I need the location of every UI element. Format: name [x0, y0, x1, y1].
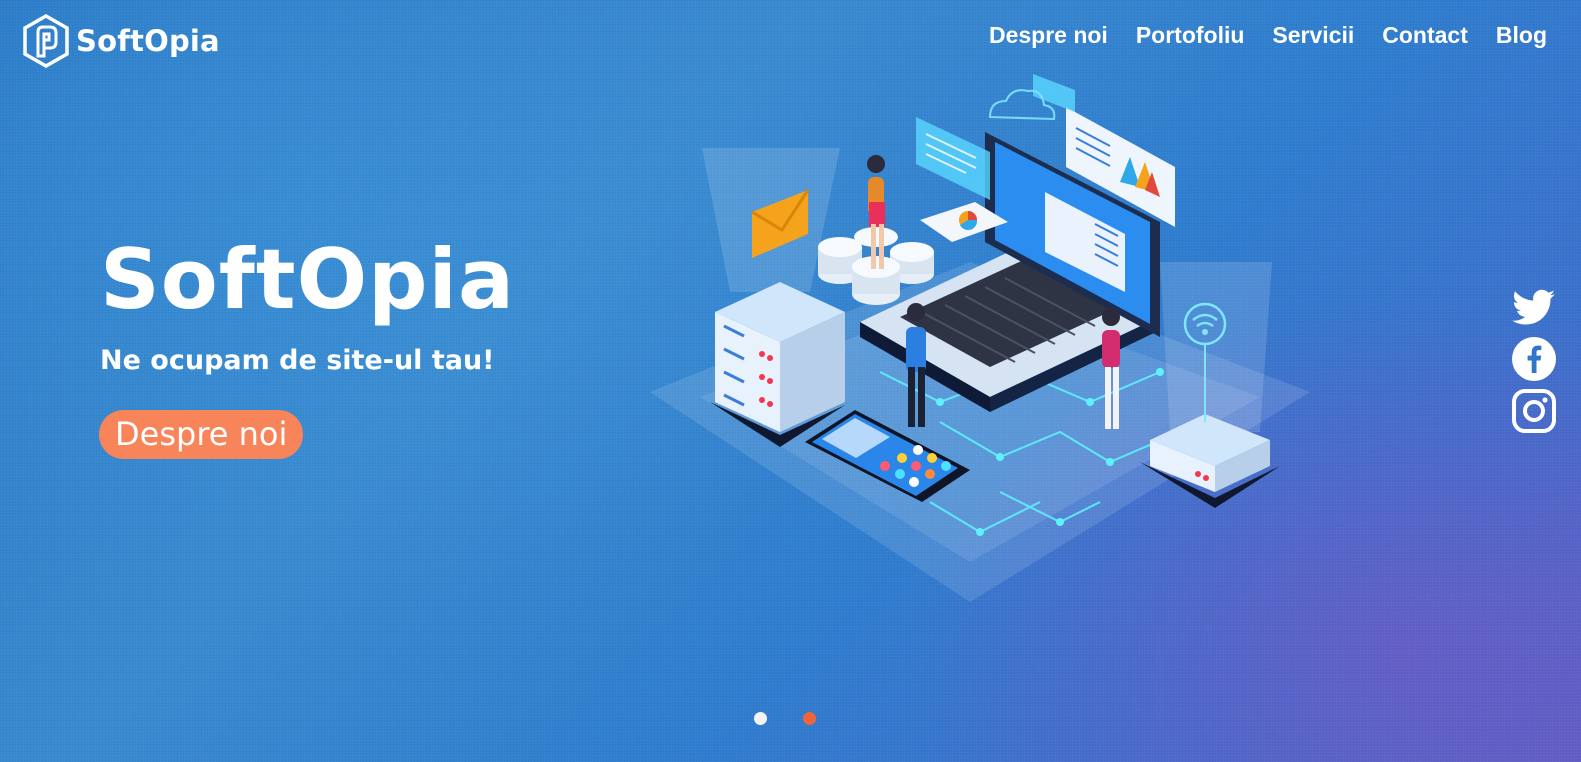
slider-dot-2[interactable] — [803, 712, 816, 725]
hero-subtitle: Ne ocupam de site-ul tau! — [100, 345, 495, 376]
nav-item-blog[interactable]: Blog — [1496, 22, 1547, 49]
facebook-icon[interactable] — [1511, 336, 1557, 382]
nav-item-portofoliu[interactable]: Portofoliu — [1136, 22, 1245, 49]
isometric-tech-illustration — [650, 74, 1310, 602]
brand-name: SoftOpia — [76, 24, 220, 58]
nav-item-servicii[interactable]: Servicii — [1272, 22, 1354, 49]
hero-despre-noi-button[interactable]: Despre noi — [99, 410, 304, 459]
instagram-icon[interactable] — [1511, 388, 1557, 434]
main-nav: Despre noi Portofoliu Servicii Contact B… — [989, 22, 1547, 49]
nav-item-despre-noi[interactable]: Despre noi — [989, 22, 1108, 49]
social-links — [1511, 284, 1557, 434]
nav-item-contact[interactable]: Contact — [1382, 22, 1468, 49]
hero-title: SoftOpia — [100, 231, 516, 328]
slider-pagination — [754, 712, 816, 725]
brand-logo[interactable]: SoftOpia — [22, 14, 220, 68]
slider-dot-1[interactable] — [754, 712, 767, 725]
twitter-icon[interactable] — [1511, 284, 1557, 330]
softopia-logo-icon — [23, 14, 69, 68]
